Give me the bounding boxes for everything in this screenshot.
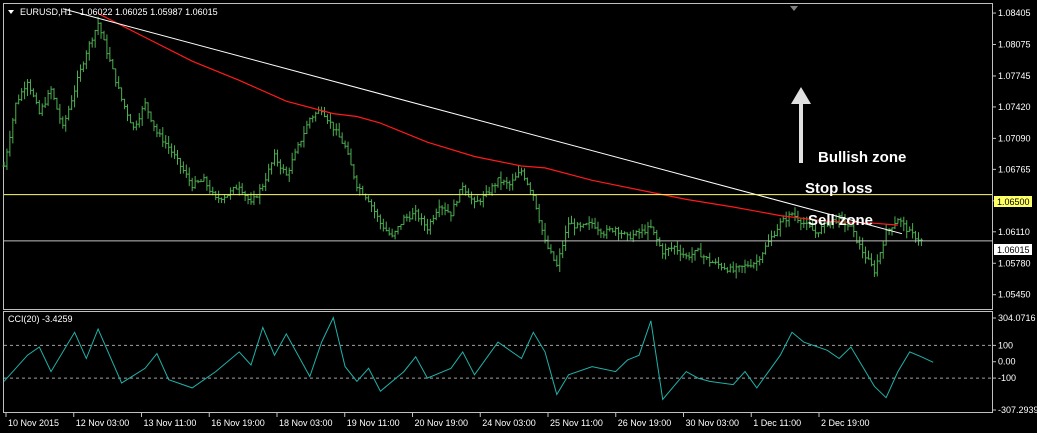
time-tick-label: 16 Nov 19:00 [211, 418, 265, 428]
cci-tick-label: -307.2939 [998, 405, 1037, 415]
price-tick-label: 1.06765 [998, 164, 1031, 174]
cci-axis: 304.0716 100 0.00 -100 -307.2939 [992, 313, 1037, 415]
time-tick-label: 1 Dec 11:00 [753, 418, 801, 428]
time-tick-label: 30 Nov 03:00 [686, 418, 740, 428]
stop-loss-label: Stop loss [805, 180, 873, 197]
price-tick-label: 1.05450 [998, 290, 1031, 300]
price-tick-label: 1.05780 [998, 258, 1031, 268]
time-tick-label: 13 Nov 11:00 [144, 418, 197, 428]
time-tick-label: 20 Nov 19:00 [415, 418, 469, 428]
cci-tick-label: 304.0716 [998, 313, 1036, 323]
time-tick-label: 25 Nov 11:00 [550, 418, 603, 428]
cci-tick-label: -100 [998, 373, 1016, 383]
stop-price-tag-text: 1.06500 [997, 197, 1030, 207]
cci-tick-label: 100 [998, 340, 1013, 350]
symbol-header: EURUSD,H1 1.06022 1.06025 1.05987 1.0601… [8, 7, 218, 17]
price-tick-label: 1.07420 [998, 102, 1031, 112]
time-tick-label: 12 Nov 03:00 [76, 418, 130, 428]
time-axis: 10 Nov 2015 12 Nov 03:00 13 Nov 11:00 16 No… [5, 413, 870, 428]
time-tick-label: 26 Nov 19:00 [618, 418, 672, 428]
price-tick-label: 1.07745 [998, 71, 1031, 81]
sell-zone-label: Sell zone [808, 212, 873, 229]
cci-tick-label: 0.00 [998, 357, 1016, 367]
chart-window[interactable]: EURUSD,H1 1.06022 1.06025 1.05987 1.0601… [0, 0, 1037, 433]
indicator-label: CCI(20) -3.4259 [8, 314, 73, 324]
time-tick-label: 10 Nov 2015 [8, 418, 59, 428]
current-price-tag-text: 1.06015 [997, 245, 1030, 255]
price-tick-label: 1.06110 [998, 227, 1030, 237]
time-tick-label: 18 Nov 03:00 [279, 418, 333, 428]
stop-price-tag: 1.06500 [994, 196, 1032, 207]
time-tick-label: 2 Dec 19:00 [821, 418, 870, 428]
time-tick-label: 24 Nov 03:00 [482, 418, 536, 428]
symbol-label: EURUSD,H1 [20, 7, 72, 17]
time-tick-label: 19 Nov 11:00 [347, 418, 400, 428]
ohlc-label: 1.06022 1.06025 1.05987 1.06015 [80, 7, 218, 17]
price-tick-label: 1.08075 [998, 40, 1031, 50]
current-price-tag: 1.06015 [994, 244, 1032, 255]
indicator-frame [3, 311, 993, 413]
price-tick-label: 1.07090 [998, 133, 1031, 143]
price-tick-label: 1.08405 [998, 8, 1031, 18]
bullish-zone-label: Bullish zone [818, 149, 906, 166]
price-axis: 1.08405 1.08075 1.07745 1.07420 1.07090 1.067… [992, 8, 1031, 300]
